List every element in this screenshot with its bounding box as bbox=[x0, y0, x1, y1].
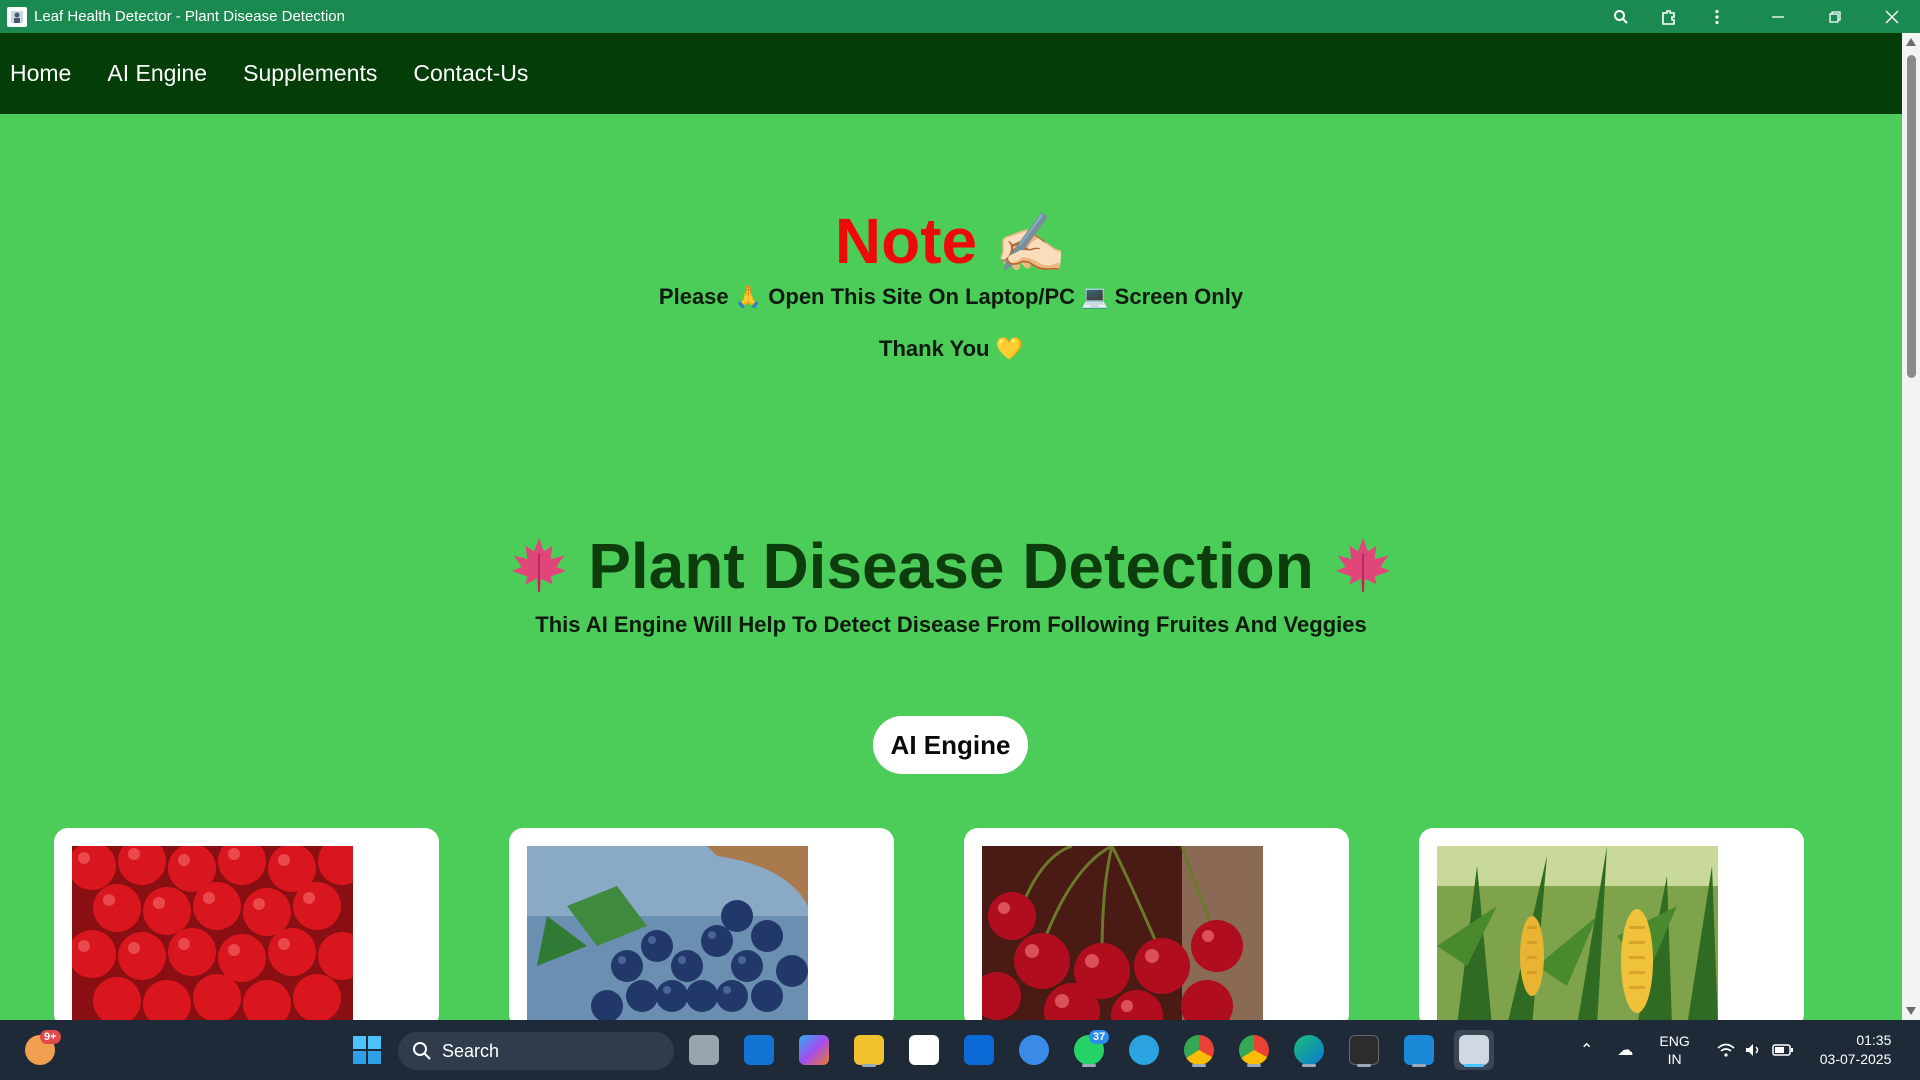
maple-leaf-icon bbox=[1335, 537, 1390, 593]
microsoft-store-icon[interactable] bbox=[904, 1030, 944, 1070]
window-title: Leaf Health Detector - Plant Disease Det… bbox=[34, 8, 345, 25]
nav-supplements[interactable]: Supplements bbox=[243, 60, 377, 87]
apples-image bbox=[72, 846, 353, 1026]
volume-icon[interactable] bbox=[1744, 1042, 1764, 1058]
cherries-image bbox=[982, 846, 1263, 1026]
show-hidden-icons-chevron-icon[interactable]: ⌃ bbox=[1580, 1040, 1593, 1060]
note-heading: Note ✍🏻 bbox=[0, 204, 1902, 278]
widgets-icon[interactable]: 9+ bbox=[20, 1030, 61, 1070]
chrome-profile-icon[interactable] bbox=[1234, 1030, 1274, 1070]
crop-card-apple[interactable] bbox=[54, 828, 439, 1028]
whatsapp-badge: 37 bbox=[1089, 1030, 1110, 1044]
note-title-text: Note bbox=[834, 205, 978, 277]
language-indicator[interactable]: ENG IN bbox=[1659, 1032, 1689, 1068]
search-icon bbox=[413, 1042, 431, 1060]
leaf-health-app-icon[interactable] bbox=[1454, 1030, 1494, 1070]
close-button[interactable] bbox=[1863, 0, 1920, 33]
edge-icon[interactable] bbox=[1289, 1030, 1329, 1070]
taskbar-search[interactable]: Search bbox=[398, 1032, 674, 1070]
page-title: Plant Disease Detection bbox=[0, 529, 1902, 603]
note-line-2: Thank You 💛 bbox=[879, 336, 1023, 361]
clock[interactable]: 01:35 03-07-2025 bbox=[1820, 1031, 1892, 1069]
nav-ai-engine[interactable]: AI Engine bbox=[107, 60, 207, 87]
scroll-down-arrow-icon[interactable] bbox=[1906, 1007, 1916, 1015]
window-title-bar: Leaf Health Detector - Plant Disease Det… bbox=[0, 0, 1920, 33]
maple-leaf-icon bbox=[512, 537, 567, 593]
main-navbar: Home AI Engine Supplements Contact-Us bbox=[0, 33, 1902, 114]
clock-time: 01:35 bbox=[1856, 1032, 1892, 1048]
app-icon bbox=[7, 6, 27, 27]
nav-contact-us[interactable]: Contact-Us bbox=[413, 60, 528, 87]
crop-card-corn[interactable] bbox=[1419, 828, 1804, 1028]
file-explorer-icon[interactable] bbox=[849, 1030, 889, 1070]
scrollbar-thumb[interactable] bbox=[1907, 55, 1916, 378]
vscode-icon[interactable] bbox=[1399, 1030, 1439, 1070]
outlook-icon[interactable] bbox=[739, 1030, 779, 1070]
teams-icon[interactable] bbox=[1014, 1030, 1054, 1070]
page-subtitle: This AI Engine Will Help To Detect Disea… bbox=[535, 612, 1367, 637]
page-content: Note ✍🏻 Please 🙏 Open This Site On Lapto… bbox=[0, 114, 1902, 1028]
terminal-icon[interactable] bbox=[1344, 1030, 1384, 1070]
wifi-icon[interactable] bbox=[1716, 1042, 1736, 1058]
zoom-icon[interactable] bbox=[1597, 0, 1645, 33]
ai-engine-button[interactable]: AI Engine bbox=[873, 716, 1028, 774]
region-code: IN bbox=[1667, 1051, 1682, 1067]
corn-image bbox=[1437, 846, 1718, 1026]
page-title-text: Plant Disease Detection bbox=[588, 530, 1314, 602]
crop-card-blueberry[interactable] bbox=[509, 828, 894, 1028]
notification-badge: 9+ bbox=[40, 1030, 61, 1044]
crop-card-cherry[interactable] bbox=[964, 828, 1349, 1028]
scroll-up-arrow-icon[interactable] bbox=[1906, 38, 1916, 46]
battery-icon[interactable] bbox=[1772, 1043, 1794, 1057]
azure-icon[interactable] bbox=[959, 1030, 999, 1070]
extensions-icon[interactable] bbox=[1645, 0, 1693, 33]
task-view-icon[interactable] bbox=[684, 1030, 724, 1070]
nav-home[interactable]: Home bbox=[10, 60, 71, 87]
more-menu-icon[interactable] bbox=[1693, 0, 1741, 33]
blueberries-image bbox=[527, 846, 808, 1026]
search-placeholder: Search bbox=[442, 1040, 500, 1061]
whatsapp-icon[interactable]: 37 bbox=[1069, 1030, 1110, 1070]
restore-button[interactable] bbox=[1806, 0, 1863, 33]
copilot-icon[interactable] bbox=[794, 1030, 834, 1070]
writing-hand-icon: ✍🏻 bbox=[994, 211, 1068, 276]
language-code: ENG bbox=[1659, 1033, 1690, 1049]
note-line-1: Please 🙏 Open This Site On Laptop/PC 💻 S… bbox=[658, 284, 1244, 309]
system-tray: ⌃ ☁ ENG IN 01:35 03-07-2025 bbox=[1580, 1020, 1891, 1080]
clock-date: 03-07-2025 bbox=[1819, 1051, 1892, 1067]
onedrive-icon[interactable]: ☁ bbox=[1617, 1040, 1633, 1060]
chrome-icon[interactable] bbox=[1179, 1030, 1219, 1070]
telegram-icon[interactable] bbox=[1124, 1030, 1164, 1070]
start-menu-icon[interactable] bbox=[347, 1030, 387, 1070]
windows-taskbar: 9+ Search 37 ⌃ ☁ ENG IN 01:35 03-07-2025 bbox=[0, 1020, 1920, 1080]
minimize-button[interactable] bbox=[1749, 0, 1806, 33]
vertical-scrollbar[interactable] bbox=[1902, 33, 1920, 1020]
